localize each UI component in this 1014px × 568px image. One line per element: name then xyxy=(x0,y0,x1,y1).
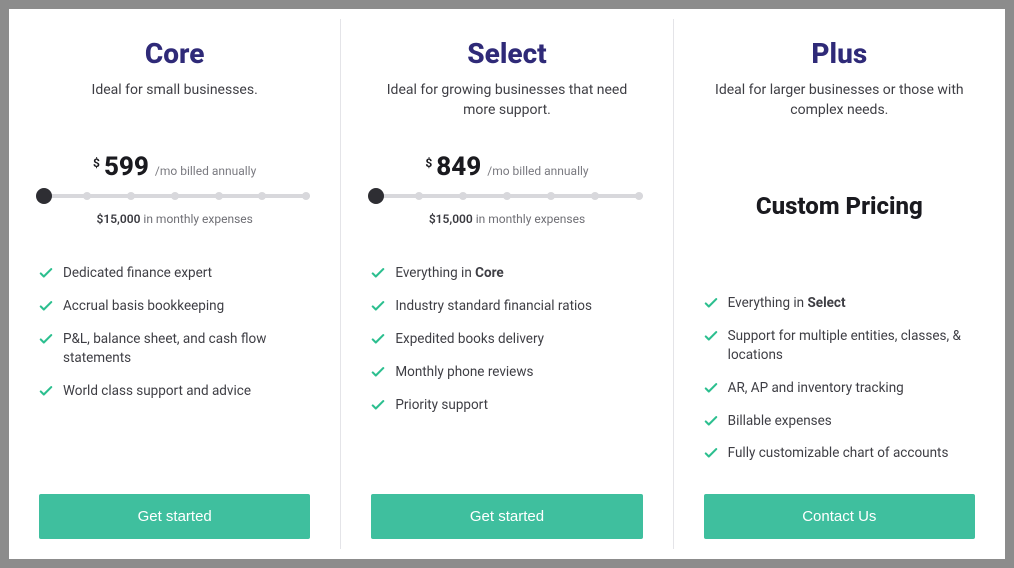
plan-title: Core xyxy=(39,37,310,70)
plan-desc: Ideal for growing businesses that need m… xyxy=(371,80,642,122)
list-item: Industry standard financial ratios xyxy=(371,297,642,316)
slider-label: $15,000 in monthly expenses xyxy=(39,212,310,226)
list-item: Everything in Core xyxy=(371,264,642,283)
expense-slider[interactable] xyxy=(39,186,310,208)
plan-title: Plus xyxy=(704,37,975,70)
list-item: Dedicated finance expert xyxy=(39,264,310,283)
check-icon xyxy=(704,446,718,460)
list-item: Support for multiple entities, classes, … xyxy=(704,327,975,365)
list-item: Priority support xyxy=(371,396,642,415)
plan-desc: Ideal for small businesses. xyxy=(39,80,310,122)
check-icon xyxy=(39,299,53,313)
check-icon xyxy=(39,266,53,280)
list-item: Everything in Select xyxy=(704,294,975,313)
check-icon xyxy=(704,414,718,428)
feature-list: Dedicated finance expert Accrual basis b… xyxy=(39,264,310,478)
list-item: AR, AP and inventory tracking xyxy=(704,379,975,398)
custom-pricing-label: Custom Pricing xyxy=(704,192,975,220)
price-suffix: /mo billed annually xyxy=(487,164,588,178)
check-icon xyxy=(371,398,385,412)
slider-thumb[interactable] xyxy=(36,188,52,204)
slider-thumb[interactable] xyxy=(368,188,384,204)
pricing-page: Core Ideal for small businesses. $ 599 /… xyxy=(9,9,1005,559)
check-icon xyxy=(39,384,53,398)
price-block: $ 849 /mo billed annually xyxy=(371,152,642,182)
list-item: Expedited books delivery xyxy=(371,330,642,349)
list-item: Fully customizable chart of accounts xyxy=(704,444,975,463)
list-item: Monthly phone reviews xyxy=(371,363,642,382)
slider-dots xyxy=(371,192,642,200)
contact-us-button[interactable]: Contact Us xyxy=(704,494,975,539)
check-icon xyxy=(371,299,385,313)
get-started-button[interactable]: Get started xyxy=(371,494,642,539)
list-item: P&L, balance sheet, and cash flow statem… xyxy=(39,330,310,368)
check-icon xyxy=(39,332,53,346)
check-icon xyxy=(704,329,718,343)
plan-select: Select Ideal for growing businesses that… xyxy=(341,9,672,559)
price-suffix: /mo billed annually xyxy=(155,164,256,178)
check-icon xyxy=(371,266,385,280)
expense-slider[interactable] xyxy=(371,186,642,208)
price-block: $ 599 /mo billed annually xyxy=(39,152,310,182)
price-currency: $ xyxy=(425,156,432,170)
plan-plus: Plus Ideal for larger businesses or thos… xyxy=(674,9,1005,559)
check-icon xyxy=(704,381,718,395)
slider-label: $15,000 in monthly expenses xyxy=(371,212,642,226)
plan-title: Select xyxy=(371,37,642,70)
plan-core: Core Ideal for small businesses. $ 599 /… xyxy=(9,9,340,559)
list-item: Accrual basis bookkeeping xyxy=(39,297,310,316)
slider-dots xyxy=(39,192,310,200)
get-started-button[interactable]: Get started xyxy=(39,494,310,539)
list-item: Billable expenses xyxy=(704,412,975,431)
price-amount: 849 xyxy=(436,152,481,182)
price-currency: $ xyxy=(93,156,100,170)
check-icon xyxy=(371,365,385,379)
check-icon xyxy=(371,332,385,346)
feature-list: Everything in Select Support for multipl… xyxy=(704,294,975,478)
price-amount: 599 xyxy=(104,152,149,182)
plan-desc: Ideal for larger businesses or those wit… xyxy=(704,80,975,122)
check-icon xyxy=(704,296,718,310)
list-item: World class support and advice xyxy=(39,382,310,401)
feature-list: Everything in Core Industry standard fin… xyxy=(371,264,642,478)
